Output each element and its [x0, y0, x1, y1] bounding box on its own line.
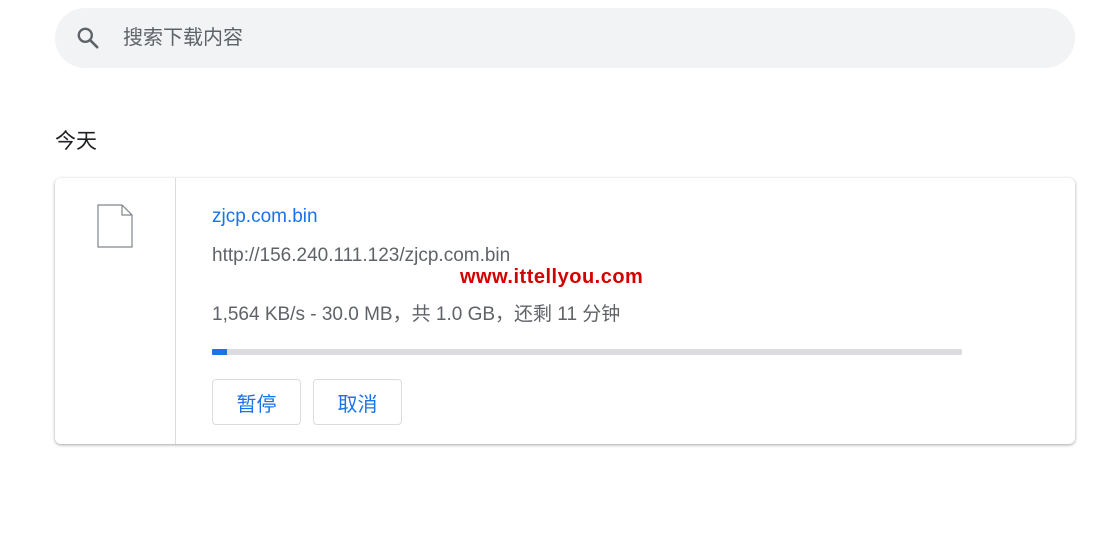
download-progress-bar [212, 349, 962, 355]
file-name-link[interactable]: zjcp.com.bin [212, 206, 318, 228]
search-input[interactable] [121, 8, 1025, 68]
download-card: zjcp.com.bin http://156.240.111.123/zjcp… [55, 178, 1075, 444]
download-details: zjcp.com.bin http://156.240.111.123/zjcp… [212, 178, 1032, 444]
pause-button[interactable]: 暂停 [212, 379, 301, 425]
section-title: 今天 [55, 130, 97, 153]
source-url: http://156.240.111.123/zjcp.com.bin [212, 245, 511, 266]
download-progress-fill [212, 349, 227, 355]
file-icon [97, 204, 133, 248]
file-icon-column [55, 178, 176, 444]
watermark-text: www.ittellyou.com [460, 266, 644, 288]
download-status: 1,564 KB/s - 30.0 MB，共 1.0 GB，还剩 11 分钟 [212, 304, 621, 325]
search-icon [77, 27, 99, 49]
search-bar[interactable] [55, 8, 1075, 68]
cancel-button[interactable]: 取消 [313, 379, 402, 425]
